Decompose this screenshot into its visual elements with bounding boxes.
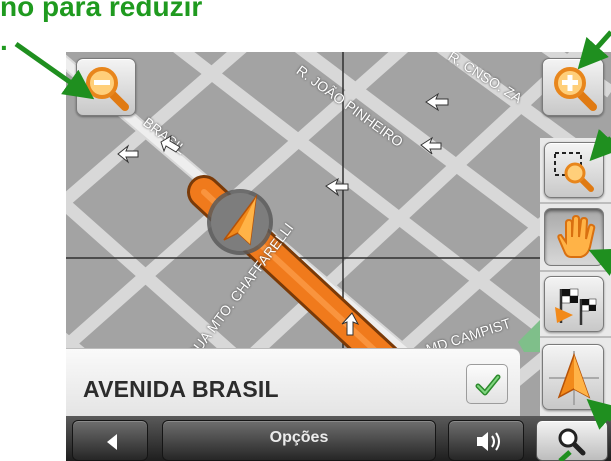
annotation-arrows — [14, 30, 611, 461]
